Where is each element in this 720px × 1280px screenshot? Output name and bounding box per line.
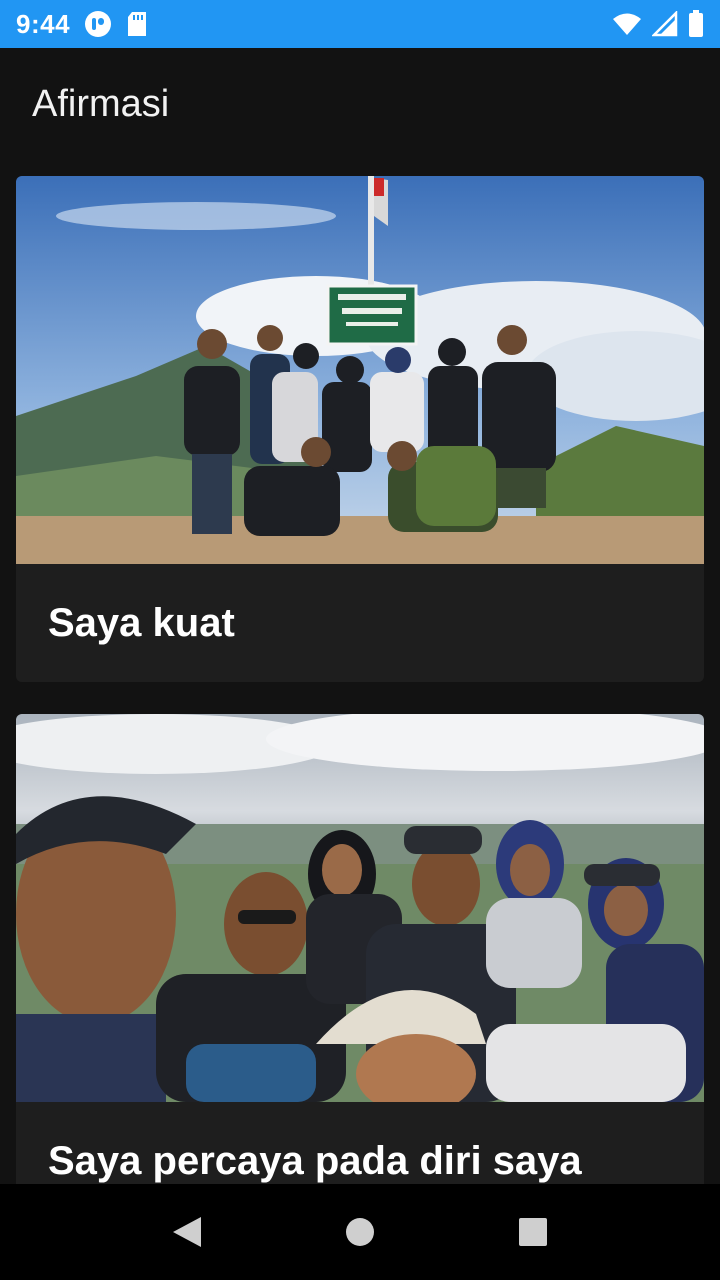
back-icon	[172, 1217, 201, 1247]
battery-icon	[688, 10, 704, 38]
sd-card-icon	[126, 11, 148, 37]
status-bar: 9:44	[0, 0, 720, 48]
home-button[interactable]	[330, 1202, 390, 1262]
affirmation-text: Saya percaya pada diri saya	[48, 1138, 582, 1183]
group-photo-summit-sign	[16, 176, 704, 564]
recents-button[interactable]	[503, 1202, 563, 1262]
affirmation-card[interactable]: Saya percaya pada diri saya	[16, 714, 704, 1184]
app-notification-icon	[84, 10, 112, 38]
navigation-bar	[0, 1184, 720, 1280]
wifi-icon	[612, 12, 642, 36]
group-selfie-mountain-view	[16, 714, 704, 1102]
home-icon	[345, 1218, 374, 1246]
page-title: Afirmasi	[32, 82, 170, 125]
back-button[interactable]	[157, 1202, 217, 1262]
recents-icon	[519, 1218, 548, 1246]
app-bar: Afirmasi	[0, 48, 720, 160]
affirmation-list[interactable]: Saya kuat Saya percaya pada diri saya	[0, 160, 720, 1184]
affirmation-card[interactable]: Saya kuat	[16, 176, 704, 682]
affirmation-text: Saya kuat	[48, 600, 235, 645]
status-time: 9:44	[16, 8, 71, 39]
signal-icon	[652, 11, 678, 37]
